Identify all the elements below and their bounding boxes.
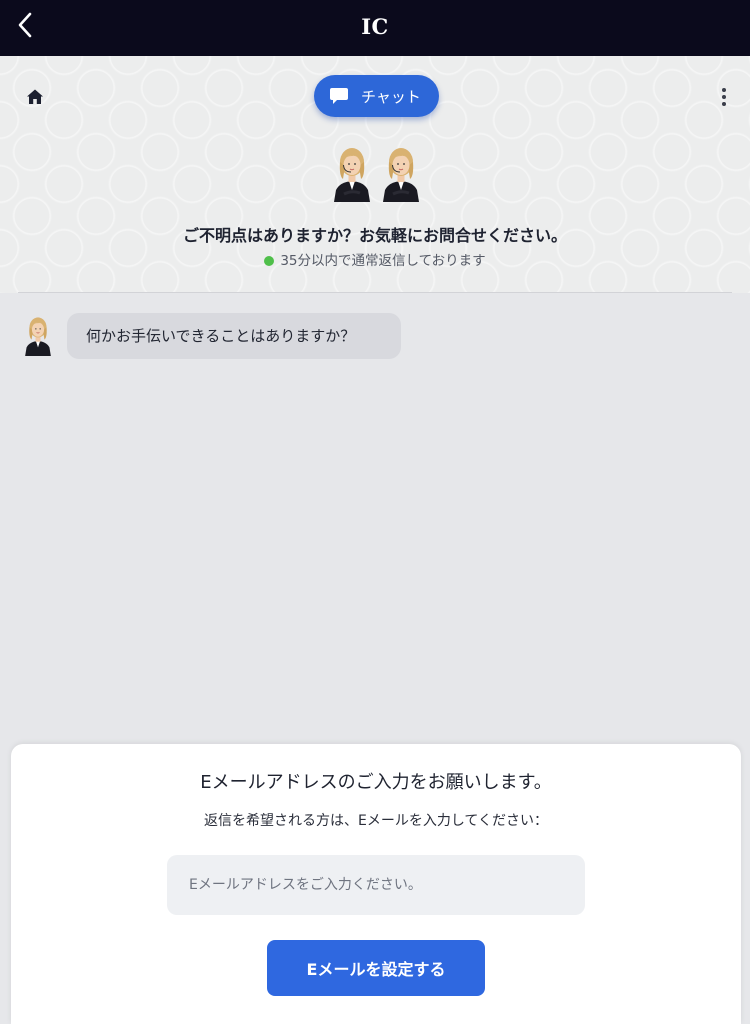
more-vertical-icon xyxy=(722,88,726,106)
chat-bubble-icon xyxy=(330,88,348,104)
more-options-button[interactable] xyxy=(716,86,732,108)
set-email-button[interactable]: Eメールを設定する xyxy=(267,940,485,996)
tab-chat[interactable]: チャット xyxy=(314,75,439,117)
agent-message-avatar xyxy=(25,317,51,356)
email-input[interactable] xyxy=(167,855,585,915)
tab-chat-label: チャット xyxy=(361,87,421,106)
agent-avatar xyxy=(334,148,370,202)
online-status-dot xyxy=(264,256,275,266)
email-card-subtitle: 返信を希望される方は、Eメールを入力してください： xyxy=(203,813,548,829)
home-button[interactable] xyxy=(24,86,46,108)
agent-message-bubble: 何かお手伝いできることはありますか？ xyxy=(67,313,401,359)
home-icon xyxy=(27,89,43,104)
top-bar: IC xyxy=(0,0,750,56)
hero-title: ご不明点はありますか？お気軽にお問合せください。 xyxy=(182,226,567,245)
email-card-title: Eメールアドレスのご入力をお願いします。 xyxy=(200,772,552,793)
response-time-text: 35分以内で通常返信しております xyxy=(280,253,486,269)
app-title: IC xyxy=(361,14,389,39)
email-request-card: Eメールアドレスのご入力をお願いします。 返信を希望される方は、Eメールを入力し… xyxy=(11,744,741,1024)
agent-avatar xyxy=(383,148,419,202)
divider xyxy=(18,292,732,293)
response-time-status: 35分以内で通常返信しております xyxy=(0,249,750,269)
